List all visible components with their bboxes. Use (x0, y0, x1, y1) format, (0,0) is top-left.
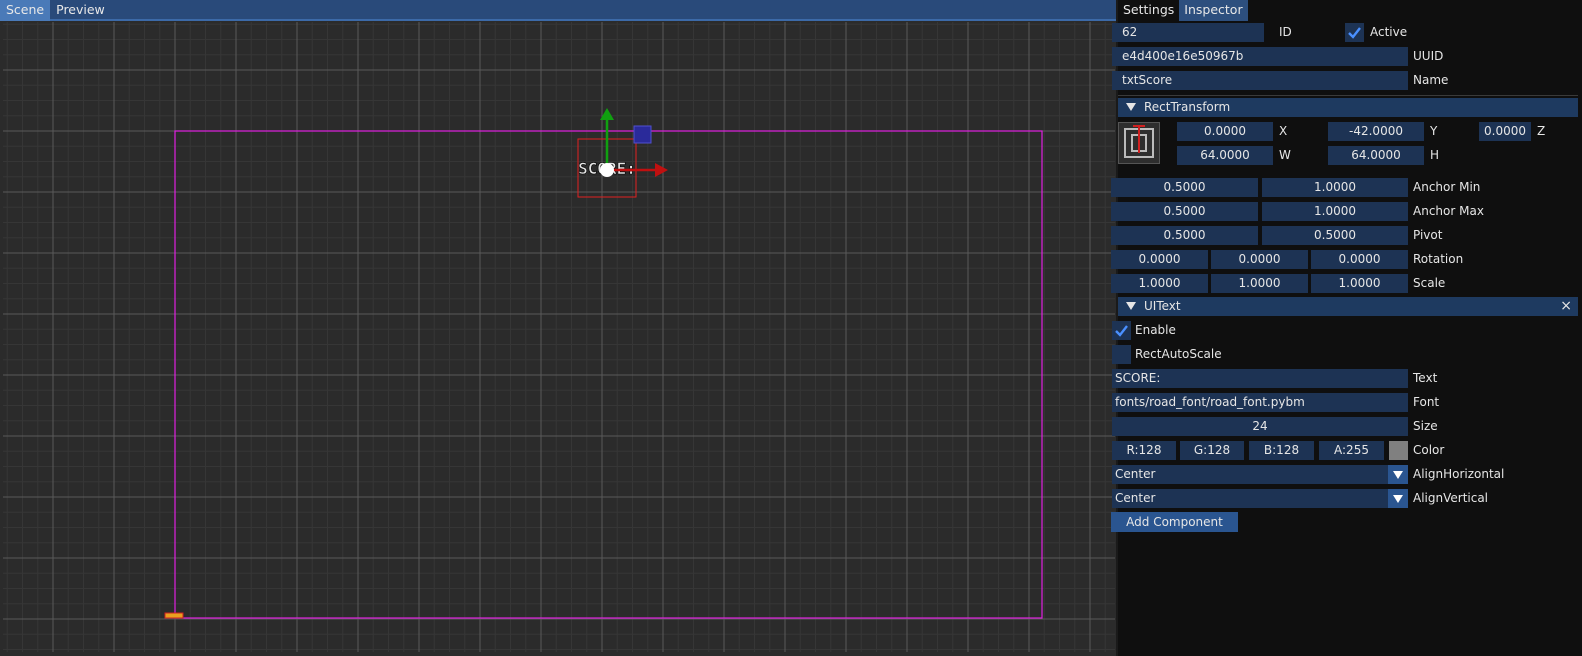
pos-z-field[interactable]: 0.0000 (1479, 122, 1531, 141)
inspector-panel: Settings Inspector 62 ID Active e4d400e1… (1111, 0, 1582, 656)
separator (1118, 95, 1578, 96)
size-field[interactable]: 24 (1112, 417, 1408, 436)
font-field[interactable]: fonts/road_font/road_font.pybm (1112, 393, 1408, 412)
pivot-label: Pivot (1413, 228, 1443, 242)
enable-label: Enable (1135, 323, 1176, 337)
id-field[interactable]: 62 (1112, 23, 1264, 42)
rotation-y-field[interactable]: 0.0000 (1211, 250, 1308, 269)
rectautoscale-checkbox[interactable] (1112, 345, 1131, 364)
uuid-field[interactable]: e4d400e16e50967b (1112, 47, 1408, 66)
scale-x-field[interactable]: 1.0000 (1111, 274, 1208, 293)
scene-viewport[interactable]: SCORE: (3, 22, 1115, 652)
close-icon[interactable]: × (1560, 297, 1572, 316)
color-b-field[interactable]: B:128 (1249, 441, 1314, 460)
tab-settings[interactable]: Settings (1118, 0, 1179, 21)
canvas-origin-marker (164, 612, 184, 619)
inspector-tabbar: Settings Inspector (1118, 0, 1582, 21)
uitext-header[interactable]: UIText × (1118, 297, 1578, 316)
pos-x-label: X (1279, 124, 1288, 138)
recttransform-title: RectTransform (1144, 100, 1231, 114)
collapse-triangle-icon[interactable] (1126, 103, 1136, 111)
pos-y-field[interactable]: -42.0000 (1328, 122, 1424, 141)
anchor-min-y-field[interactable]: 1.0000 (1262, 178, 1408, 197)
anchor-max-label: Anchor Max (1413, 204, 1484, 218)
recttransform-header[interactable]: RectTransform (1118, 98, 1578, 117)
align-horizontal-select[interactable]: Center (1112, 465, 1388, 484)
size-label: Size (1413, 419, 1438, 433)
text-field[interactable]: SCORE: (1112, 369, 1408, 388)
color-label: Color (1413, 443, 1445, 457)
anchor-min-x-field[interactable]: 0.5000 (1111, 178, 1258, 197)
rotation-x-field[interactable]: 0.0000 (1111, 250, 1208, 269)
checkmark-icon (1115, 325, 1128, 337)
width-label: W (1279, 148, 1291, 162)
pos-x-field[interactable]: 0.0000 (1177, 122, 1273, 141)
pivot-x-field[interactable]: 0.5000 (1111, 226, 1258, 245)
tab-scene[interactable]: Scene (0, 0, 51, 21)
anchor-min-label: Anchor Min (1413, 180, 1481, 194)
align-horizontal-label: AlignHorizontal (1413, 467, 1505, 481)
tab-preview[interactable]: Preview (50, 0, 111, 21)
rotation-z-field[interactable]: 0.0000 (1311, 250, 1408, 269)
scene-panel: Scene Preview SCORE: (0, 0, 1118, 656)
color-swatch[interactable] (1389, 441, 1408, 460)
collapse-triangle-icon[interactable] (1126, 302, 1136, 310)
text-label: Text (1413, 371, 1438, 385)
active-label: Active (1370, 25, 1408, 39)
height-label: H (1430, 148, 1440, 162)
align-vertical-label: AlignVertical (1413, 491, 1489, 505)
scene-tabbar: Scene Preview (0, 0, 1118, 21)
active-checkbox[interactable] (1345, 23, 1364, 42)
pos-z-label: Z (1537, 124, 1546, 138)
chevron-down-icon[interactable] (1388, 465, 1408, 484)
scale-y-field[interactable]: 1.0000 (1211, 274, 1308, 293)
checkmark-icon (1348, 27, 1361, 39)
anchor-max-y-field[interactable]: 1.0000 (1262, 202, 1408, 221)
scene-canvas[interactable]: SCORE: (3, 22, 1115, 652)
anchor-preset-widget[interactable] (1118, 122, 1160, 164)
pos-y-label: Y (1430, 124, 1438, 138)
add-component-button[interactable]: Add Component (1111, 512, 1238, 532)
height-field[interactable]: 64.0000 (1328, 146, 1424, 165)
rotation-label: Rotation (1413, 252, 1464, 266)
id-label: ID (1279, 25, 1292, 39)
rectautoscale-label: RectAutoScale (1135, 347, 1222, 361)
enable-checkbox[interactable] (1112, 321, 1131, 340)
scale-label: Scale (1413, 276, 1446, 290)
uitext-title: UIText (1144, 299, 1181, 313)
name-field[interactable]: txtScore (1112, 71, 1408, 90)
name-label: Name (1413, 73, 1449, 87)
scale-z-field[interactable]: 1.0000 (1311, 274, 1408, 293)
anchor-max-x-field[interactable]: 0.5000 (1111, 202, 1258, 221)
anchor-preset-icon (1124, 125, 1154, 158)
uuid-label: UUID (1413, 49, 1444, 63)
color-a-field[interactable]: A:255 (1319, 441, 1384, 460)
pivot-y-field[interactable]: 0.5000 (1262, 226, 1408, 245)
gizmo-center-handle[interactable] (600, 163, 614, 177)
chevron-down-icon[interactable] (1388, 489, 1408, 508)
color-g-field[interactable]: G:128 (1180, 441, 1244, 460)
gizmo-xy-handle[interactable] (633, 125, 652, 144)
color-r-field[interactable]: R:128 (1112, 441, 1176, 460)
font-label: Font (1413, 395, 1440, 409)
width-field[interactable]: 64.0000 (1177, 146, 1273, 165)
tab-inspector[interactable]: Inspector (1179, 0, 1248, 21)
align-vertical-select[interactable]: Center (1112, 489, 1388, 508)
